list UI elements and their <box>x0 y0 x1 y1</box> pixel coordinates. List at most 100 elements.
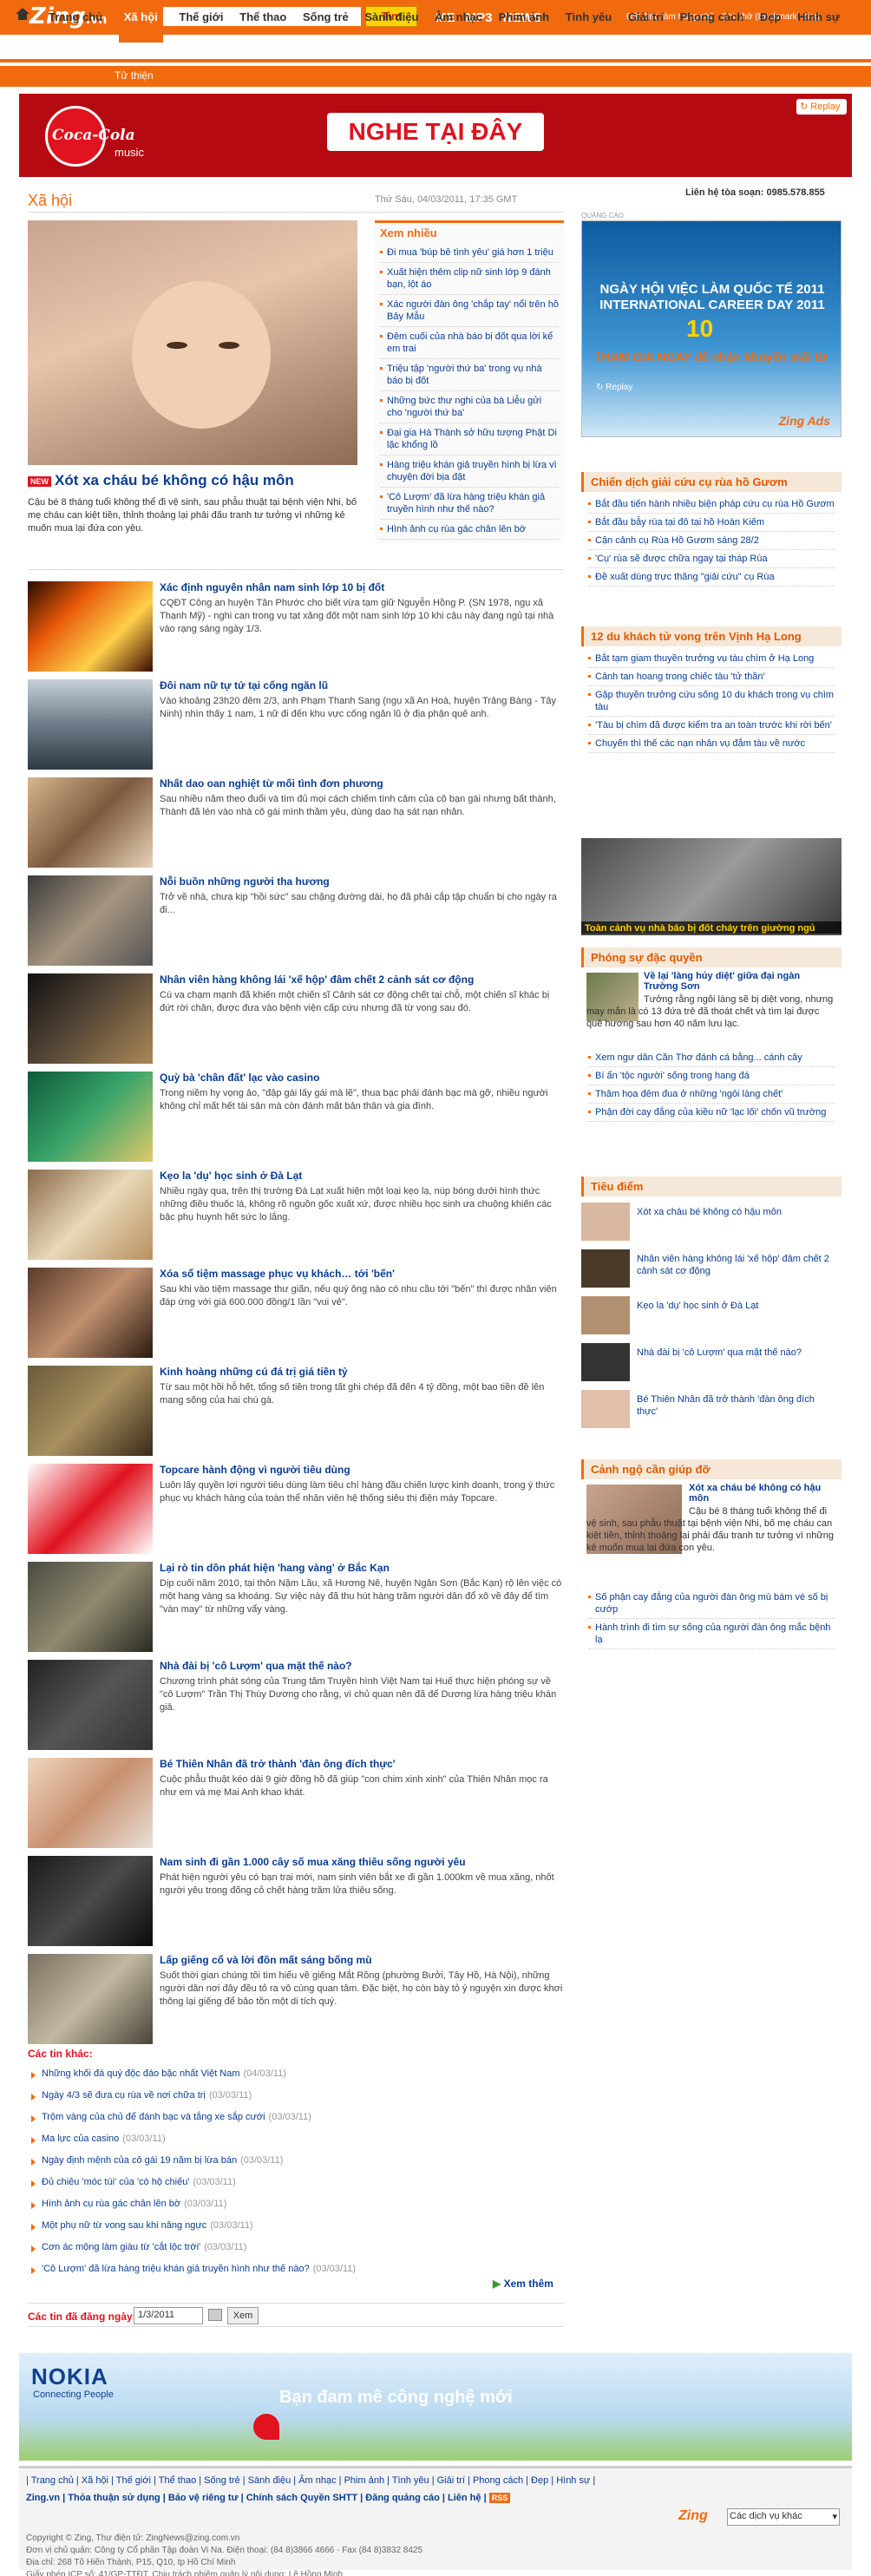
most-viewed-item[interactable]: Hàng triệu khán giả truyền hình bị lừa v… <box>380 456 559 488</box>
article-title[interactable]: Kinh hoàng những cú đá trị giá tiền tỷ <box>160 1366 348 1378</box>
rss-badge[interactable]: RSS <box>488 2493 511 2503</box>
other-news-link[interactable]: Hình ảnh cụ rùa gác chân lên bờ <box>42 2199 180 2209</box>
focus-link[interactable]: Nhân viên hàng không lái 'xế hộp' đâm ch… <box>637 1253 836 1277</box>
hero-title[interactable]: NEW Xót xa cháu bé không có hậu môn <box>28 472 294 489</box>
box-link[interactable]: Số phận cay đắng của người đàn ông mù bá… <box>588 1589 835 1619</box>
article-title[interactable]: Nỗi buồn những người tha hương <box>160 875 330 888</box>
focus-link[interactable]: Bé Thiên Nhân đã trở thành 'đàn ông đích… <box>637 1393 836 1418</box>
nav-item-the-gioi[interactable]: Thế giới <box>179 10 223 23</box>
services-dropdown[interactable]: Các dịch vụ khác ▾ <box>727 2508 840 2526</box>
most-viewed-item[interactable]: Xác người đàn ông 'chắp tay' nổi trên hồ… <box>380 295 559 327</box>
other-news-link[interactable]: Những khối đá quý độc đáo bậc nhất Việt … <box>42 2068 240 2079</box>
hero-title-text[interactable]: Xót xa cháu bé không có hậu môn <box>55 472 294 488</box>
box-link[interactable]: 'Tàu bị chìm đã được kiểm tra an toàn tr… <box>588 717 835 735</box>
article-thumbnail[interactable] <box>28 1856 153 1946</box>
focus-thumbnail[interactable] <box>581 1203 630 1241</box>
nav-item-sanh-dieu[interactable]: Sành điệu <box>364 10 418 23</box>
article-thumbnail[interactable] <box>28 679 153 770</box>
other-news-link[interactable]: 'Cô Lượm' đã lừa hàng triệu khán giả tru… <box>42 2264 310 2274</box>
article-thumbnail[interactable] <box>28 1954 153 2044</box>
nokia-ad[interactable]: NOKIA Connecting People Bạn đam mê công … <box>19 2353 852 2461</box>
other-news-link[interactable]: Ngày định mệnh của cô gái 19 năm bị lừa … <box>42 2155 237 2166</box>
article-title[interactable]: Lại rò tin dồn phát hiện 'hang vàng' ở B… <box>160 1562 390 1574</box>
article-thumbnail[interactable] <box>28 581 153 672</box>
focus-thumbnail[interactable] <box>581 1296 630 1334</box>
most-viewed-item[interactable]: Những bức thư nghi của bà Liễu gửi cho '… <box>380 391 559 423</box>
nav-item-dep[interactable]: Đẹp <box>760 10 782 23</box>
article-thumbnail[interactable] <box>28 1660 153 1750</box>
most-viewed-item[interactable]: Triệu tập 'người thứ ba' trong vụ nhà bá… <box>380 359 559 391</box>
box-link[interactable]: Chuyến thì thế các nạn nhân vụ đắm tàu v… <box>588 735 835 753</box>
focus-thumbnail[interactable] <box>581 1343 630 1381</box>
article-thumbnail[interactable] <box>28 1072 153 1162</box>
nav-item-giai-tri[interactable]: Giải trí <box>628 10 664 23</box>
nav-item-hinh-su[interactable]: Hình sự <box>797 10 840 23</box>
focus-link[interactable]: Nhà đài bị 'cô Lượm' qua mặt thế nào? <box>637 1347 836 1359</box>
box-link[interactable]: Đề xuất dùng trực thăng "giải cứu" cụ Rù… <box>588 568 835 587</box>
article-title[interactable]: Xóa sổ tiệm massage phục vụ khách… tới '… <box>160 1268 395 1280</box>
other-news-link[interactable]: Trộm vàng của chủ để đánh bạc và tắng xe… <box>42 2112 265 2122</box>
footer-nav-links[interactable]: | Trang chủ | Xã hội | Thế giới | Thể th… <box>26 2475 595 2486</box>
box-link[interactable]: 'Cụ' rùa sẽ được chữa ngay tại tháp Rùa <box>588 550 835 568</box>
box-link[interactable]: Thăm họa đêm đua ở những 'ngôi làng chết… <box>588 1085 835 1104</box>
fire-scene-caption[interactable]: Toàn cảnh vụ nhà báo bị đốt cháy trên gi… <box>581 921 842 935</box>
article-thumbnail[interactable] <box>28 1366 153 1456</box>
focus-thumbnail[interactable] <box>581 1249 630 1288</box>
article-title[interactable]: Nhất dao oan nghiệt từ mối tình đơn phươ… <box>160 777 383 790</box>
see-more-link[interactable]: ▶ Xem thêm <box>493 2278 553 2290</box>
footer-policy-text[interactable]: Zing.vn | Thỏa thuận sử dụng | Bảo vệ ri… <box>26 2493 487 2503</box>
box-link[interactable]: Xem ngư dân Cần Thơ đánh cá bằng... cánh… <box>588 1049 835 1067</box>
article-thumbnail[interactable] <box>28 1268 153 1358</box>
banner-replay-button[interactable]: ↻ Replay <box>796 99 847 115</box>
article-thumbnail[interactable] <box>28 1562 153 1652</box>
box-link[interactable]: Bắt đầu bẫy rùa tại đô tại hồ Hoàn Kiếm <box>588 514 835 532</box>
nav-item-tinh-yeu[interactable]: Tình yêu <box>566 10 612 23</box>
ad-replay[interactable]: ↻ Replay <box>596 383 632 392</box>
subnav-item-tu-thien[interactable]: Tử thiện <box>115 69 154 82</box>
nav-item-trang-chu[interactable]: Trang chủ <box>49 10 102 23</box>
box-link[interactable]: Gặp thuyền trưởng cứu sống 10 du khách t… <box>588 686 835 717</box>
article-thumbnail[interactable] <box>28 1170 153 1260</box>
lead-title[interactable]: Về lại 'làng hủy diệt' giữa đại ngàn Trư… <box>644 971 836 992</box>
nav-item-phim-anh[interactable]: Phim ảnh <box>499 10 550 23</box>
most-viewed-item[interactable]: Đêm cuối của nhà báo bị đốt qua lời kể e… <box>380 327 559 359</box>
home-icon[interactable] <box>16 8 29 20</box>
article-title[interactable]: Nam sinh đi gần 1.000 cây số mua xăng th… <box>160 1856 466 1868</box>
career-day-ad[interactable]: NGÀY HỘI VIỆC LÀM QUỐC TẾ 2011 INTERNATI… <box>581 220 842 437</box>
other-news-link[interactable]: Một phụ nữ từ vong sau khi nâng ngực <box>42 2220 206 2231</box>
article-thumbnail[interactable] <box>28 777 153 868</box>
box-link[interactable]: Bắt tạm giam thuyền trưởng vụ tàu chìm ở… <box>588 650 835 668</box>
article-title[interactable]: Nhân viên hàng không lái 'xế hộp' đâm ch… <box>160 973 474 986</box>
nav-item-song-tre[interactable]: Sống trẻ <box>303 10 349 23</box>
nav-item-phong-cach[interactable]: Phong cách <box>680 10 744 23</box>
nav-item-the-thao[interactable]: Thể thao <box>239 10 286 23</box>
article-title[interactable]: Lấp giếng cổ và lời đồn mất sáng bống mù <box>160 1954 372 1966</box>
article-thumbnail[interactable] <box>28 1464 153 1554</box>
box-link[interactable]: Phận đời cay đắng của kiều nữ 'lạc lối' … <box>588 1104 835 1122</box>
most-viewed-item[interactable]: 'Cô Lượm' đã lừa hàng triệu khán giả tru… <box>380 488 559 520</box>
other-news-link[interactable]: Đủ chiêu 'móc túi' của 'cò hộ chiếu' <box>42 2177 189 2187</box>
most-viewed-item[interactable]: Đại gia Hà Thành sở hữu tượng Phật Di lặ… <box>380 423 559 456</box>
date-view-button[interactable]: Xem <box>227 2307 259 2324</box>
article-thumbnail[interactable] <box>28 1758 153 1848</box>
article-thumbnail[interactable] <box>28 875 153 966</box>
other-news-link[interactable]: Ma lực của casino <box>42 2134 119 2144</box>
box-link[interactable]: Bắt đầu tiến hành nhiều biện pháp cứu cụ… <box>588 495 835 514</box>
most-viewed-item[interactable]: Hình ảnh cụ rùa gác chân lên bờ <box>380 520 559 540</box>
article-title[interactable]: Nhà đài bị 'cô Lượm' qua mặt thế nào? <box>160 1660 352 1672</box>
box-link[interactable]: Hành trình đi tìm sự sống của người đàn … <box>588 1619 835 1649</box>
article-title[interactable]: Xác định nguyên nhân nam sinh lớp 10 bị … <box>160 581 384 593</box>
article-title[interactable]: Đôi nam nữ tự tử tại cống ngăn lũ <box>160 679 328 692</box>
article-title[interactable]: Kẹo la 'dụ' học sinh ở Đà Lạt <box>160 1170 302 1182</box>
other-news-link[interactable]: Ngày 4/3 sẽ đưa cụ rùa về nơi chữa trị <box>42 2090 206 2101</box>
calendar-icon[interactable] <box>208 2309 222 2321</box>
help-lead-title[interactable]: Xót xa cháu bé không có hậu môn <box>689 1483 836 1504</box>
nav-item-xa-hoi[interactable]: Xã hội <box>118 3 163 43</box>
nav-item-am-nhac[interactable]: Âm nhạc <box>435 10 482 23</box>
most-viewed-item[interactable]: Đi mua 'búp bê tình yêu' giá hơn 1 triệu <box>380 243 559 263</box>
focus-link[interactable]: Kẹo la 'dụ' học sinh ở Đà Lạt <box>637 1300 836 1312</box>
hero-image[interactable] <box>28 220 357 465</box>
box-link[interactable]: Cảnh tan hoang trong chiếc tàu 'tử thần' <box>588 668 835 686</box>
date-input[interactable]: 1/3/2011 <box>134 2307 203 2324</box>
article-thumbnail[interactable] <box>28 973 153 1064</box>
